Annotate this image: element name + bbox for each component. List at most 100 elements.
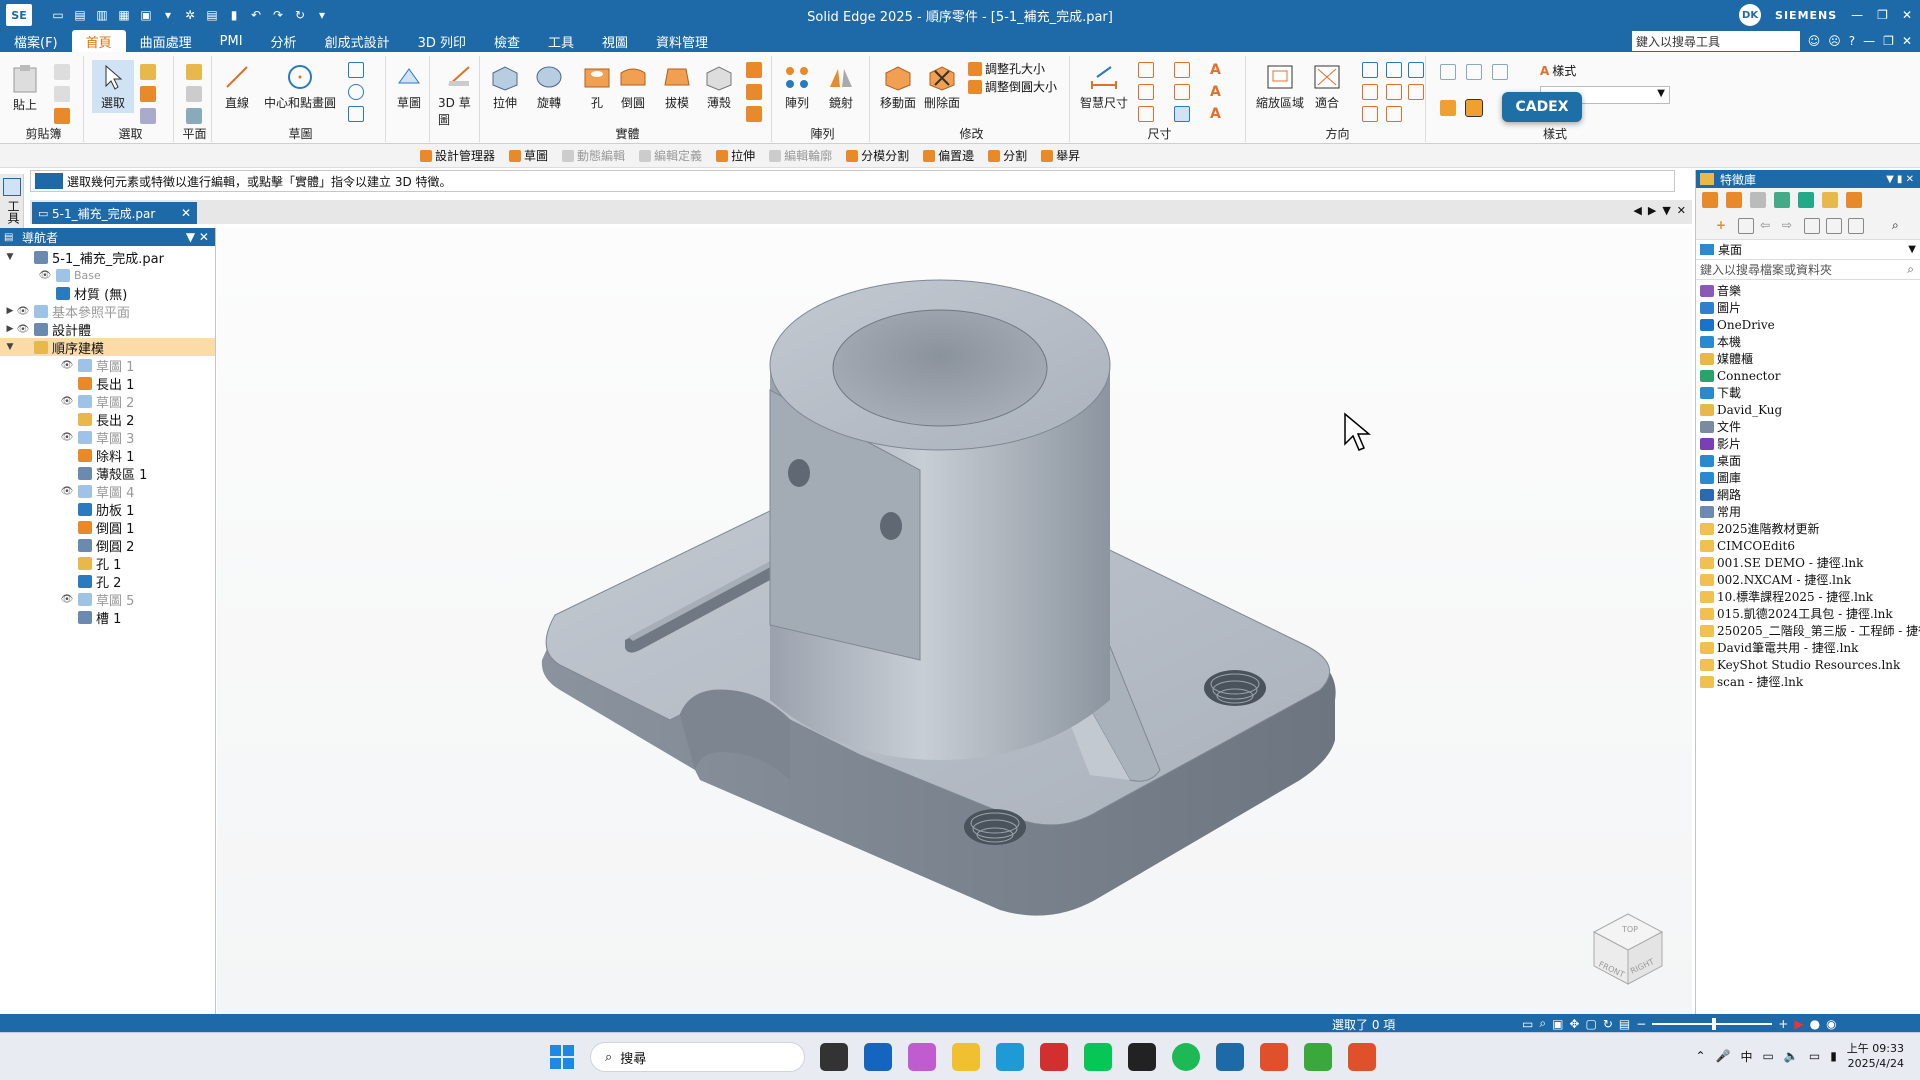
menu-tab[interactable]: 首頁 [71, 30, 126, 52]
close-doc-icon[interactable]: ✕ [1902, 34, 1912, 48]
library-tool-7-icon[interactable] [1846, 192, 1862, 208]
list-view-icon[interactable] [1848, 218, 1864, 234]
navigator-controls[interactable]: ▼ ✕ [186, 230, 209, 244]
file-list-item[interactable]: 媒體櫃 [1696, 350, 1920, 367]
tree-node[interactable]: 倒圓 1 [0, 518, 215, 537]
command-bar-item[interactable]: 分模分割 [846, 147, 909, 164]
network-icon[interactable]: ▭ [1809, 1049, 1820, 1063]
shaded-icon[interactable] [1440, 100, 1456, 116]
solid-option-3-icon[interactable] [746, 106, 762, 122]
copy-icon[interactable] [54, 86, 70, 102]
undo-icon[interactable]: ↶ [248, 7, 264, 23]
tree-node[interactable]: 👁 草圖 2 [0, 392, 215, 411]
redo-icon[interactable]: ↷ [270, 7, 286, 23]
pan-icon[interactable] [1362, 84, 1378, 100]
view-4-icon[interactable] [1408, 62, 1424, 78]
plane-options-icon[interactable] [186, 86, 202, 102]
close-tab-icon[interactable]: ✕ [181, 206, 191, 220]
command-bar-item[interactable]: 拉伸 [716, 147, 755, 164]
tool-search-input[interactable]: 鍵入以搜尋工具 [1632, 31, 1800, 51]
select-box-icon[interactable] [140, 86, 156, 102]
tools-label[interactable]: 工具 [5, 200, 22, 224]
restore-doc-icon[interactable]: ❐ [1883, 34, 1894, 48]
menu-tab[interactable]: 工具 [534, 30, 588, 52]
up-folder-icon[interactable] [1804, 218, 1820, 234]
frown-icon[interactable]: ☹ [1828, 34, 1841, 48]
menu-tab[interactable]: 檔案(F) [0, 30, 72, 52]
new-file-icon[interactable]: ▭ [50, 7, 66, 23]
sketch-button[interactable]: 草圖 [394, 62, 424, 111]
video-icon[interactable]: ▶ [1794, 1017, 1803, 1031]
tree-node[interactable]: 倒圓 2 [0, 536, 215, 555]
resize-round-button[interactable]: 調整倒圓大小 [968, 78, 1057, 95]
zoom-out-icon[interactable]: − [1636, 1017, 1646, 1031]
visibility-icon[interactable]: 👁 [60, 486, 74, 497]
dim-2-icon[interactable] [1138, 84, 1154, 100]
app-logo[interactable]: SE [6, 4, 32, 26]
tree-node[interactable]: 長出 2 [0, 410, 215, 429]
notes-icon[interactable] [1128, 1043, 1156, 1071]
view-cube-1-icon[interactable] [1440, 64, 1456, 80]
command-bar-item[interactable]: 編輯輪廓 [769, 147, 832, 164]
tree-node[interactable]: 👁 Base [0, 266, 215, 284]
copilot-icon[interactable] [908, 1043, 936, 1071]
tab-scroll-right-icon[interactable]: ▶ [1648, 204, 1656, 217]
graphics-viewport[interactable]: TOP FRONT RIGHT [217, 228, 1692, 1014]
spotify-icon[interactable] [1172, 1043, 1200, 1071]
view-1-icon[interactable] [1386, 62, 1402, 78]
fit-status-icon[interactable]: ▣ [1552, 1017, 1563, 1031]
threaded-hole-left[interactable] [964, 809, 1026, 845]
tree-node[interactable]: 肋板 1 [0, 500, 215, 519]
command-bar-item[interactable]: 草圖 [509, 147, 548, 164]
command-bar-item[interactable]: 動態編輯 [562, 147, 625, 164]
menu-tab[interactable]: 3D 列印 [404, 30, 480, 52]
sheet-icon[interactable]: ▦ [116, 7, 132, 23]
ime-indicator[interactable]: 中 [1741, 1048, 1753, 1065]
dim-4-icon[interactable] [1174, 62, 1190, 78]
taskbar-search[interactable]: ⌕ 搜尋 [590, 1042, 805, 1072]
shaded-edges-icon[interactable] [1465, 99, 1483, 117]
clock[interactable]: 上午 09:33 2025/4/24 [1847, 1041, 1904, 1071]
zoom-in-icon[interactable]: + [1778, 1017, 1788, 1031]
menu-tab[interactable]: 檢查 [480, 30, 534, 52]
solid-option-1-icon[interactable] [746, 62, 762, 78]
file-list-item[interactable]: David_Kug [1696, 401, 1920, 418]
visibility-icon[interactable]: 👁 [38, 270, 52, 281]
edge-icon[interactable] [996, 1043, 1024, 1071]
revolve-button[interactable]: 旋轉 [534, 62, 564, 111]
dim-6-icon[interactable] [1174, 106, 1190, 122]
volume-icon[interactable]: 🔈 [1784, 1049, 1799, 1063]
task-view-icon[interactable] [820, 1043, 848, 1071]
display-status-icon[interactable]: ▤ [1619, 1017, 1630, 1031]
zoom-icon[interactable] [1362, 62, 1378, 78]
file-list-item[interactable]: 桌面 [1696, 452, 1920, 469]
pan-status-icon[interactable]: ✥ [1569, 1017, 1579, 1031]
rotate-status-icon[interactable]: ↻ [1603, 1017, 1613, 1031]
tree-node[interactable]: ▼ 5-1_補充_完成.par [0, 248, 215, 267]
command-bar-item[interactable]: 分割 [988, 147, 1027, 164]
zoom-slider[interactable] [1652, 1017, 1773, 1030]
file-list-item[interactable]: 001.SE DEMO - 捷徑.lnk [1696, 554, 1920, 571]
select-filter-icon[interactable] [140, 64, 156, 80]
file-list-item[interactable]: 文件 [1696, 418, 1920, 435]
app-s-icon[interactable] [1260, 1043, 1288, 1071]
file-list-item[interactable]: OneDrive [1696, 316, 1920, 333]
tab-list-icon[interactable]: ▼ [1662, 204, 1670, 217]
visibility-icon[interactable]: 👁 [60, 396, 74, 407]
hole-button[interactable]: 孔 [582, 62, 612, 111]
tree-node[interactable]: ▶ 👁 設計體 [0, 320, 215, 339]
app-c-red-icon[interactable] [1348, 1043, 1376, 1071]
move-face-button[interactable]: 移動面 [880, 62, 916, 111]
file-list-item[interactable]: 本機 [1696, 333, 1920, 350]
library-tool-5-icon[interactable] [1798, 192, 1814, 208]
minimize-window-icon[interactable]: — [1851, 8, 1863, 22]
save-icon[interactable]: ▣ [138, 7, 154, 23]
annotation-c-icon[interactable]: A [1210, 106, 1226, 122]
tree-node[interactable]: 孔 2 [0, 572, 215, 591]
tree-node[interactable]: 👁 草圖 5 [0, 590, 215, 609]
extrude-button[interactable]: 拉伸 [490, 62, 520, 111]
menu-tab[interactable]: 創成式設計 [311, 30, 404, 52]
solid-option-2-icon[interactable] [746, 84, 762, 100]
command-bar-item[interactable]: 舉昇 [1041, 147, 1080, 164]
3d-sketch-button[interactable]: 3D 草圖 [438, 62, 479, 128]
